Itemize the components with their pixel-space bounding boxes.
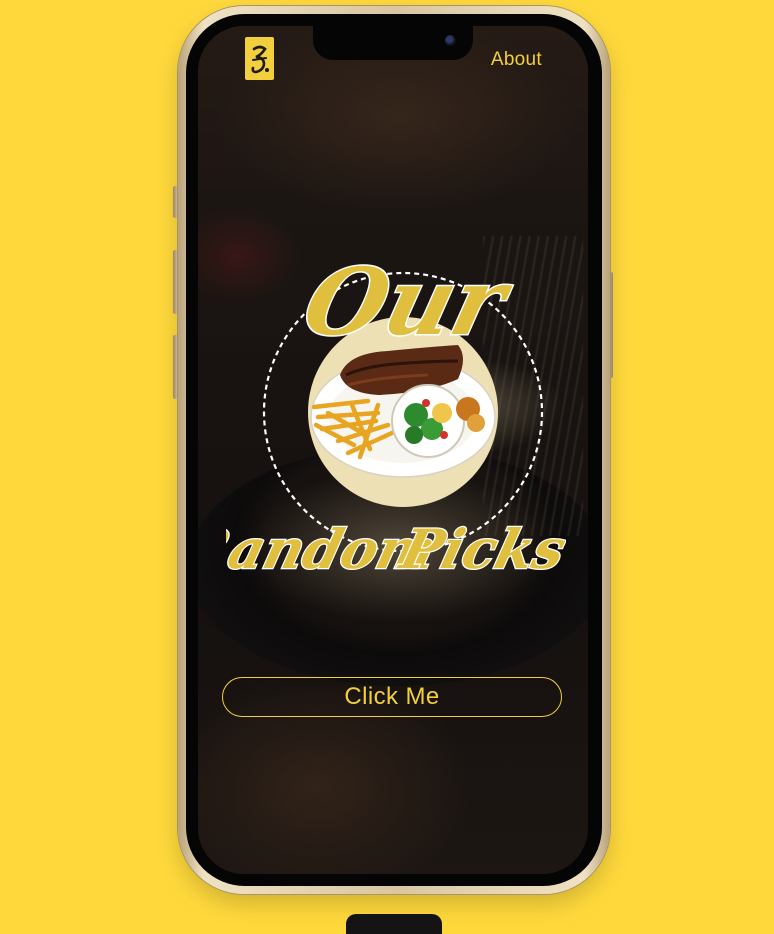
hero-section: Our Random Picks xyxy=(226,202,566,572)
brand-logo[interactable] xyxy=(245,37,274,80)
title-picks: Picks xyxy=(393,518,566,572)
stand-base xyxy=(346,914,442,934)
title-our: Our xyxy=(294,248,522,356)
click-me-button[interactable]: Click Me xyxy=(222,677,562,717)
brand-monogram-icon xyxy=(251,45,269,73)
about-link[interactable]: About xyxy=(491,49,542,71)
hero-titles: Our Random Picks xyxy=(226,247,566,572)
notch xyxy=(313,26,473,60)
app-screen: About Our Random Picks Click Me xyxy=(198,26,588,874)
front-camera-icon xyxy=(445,35,456,46)
